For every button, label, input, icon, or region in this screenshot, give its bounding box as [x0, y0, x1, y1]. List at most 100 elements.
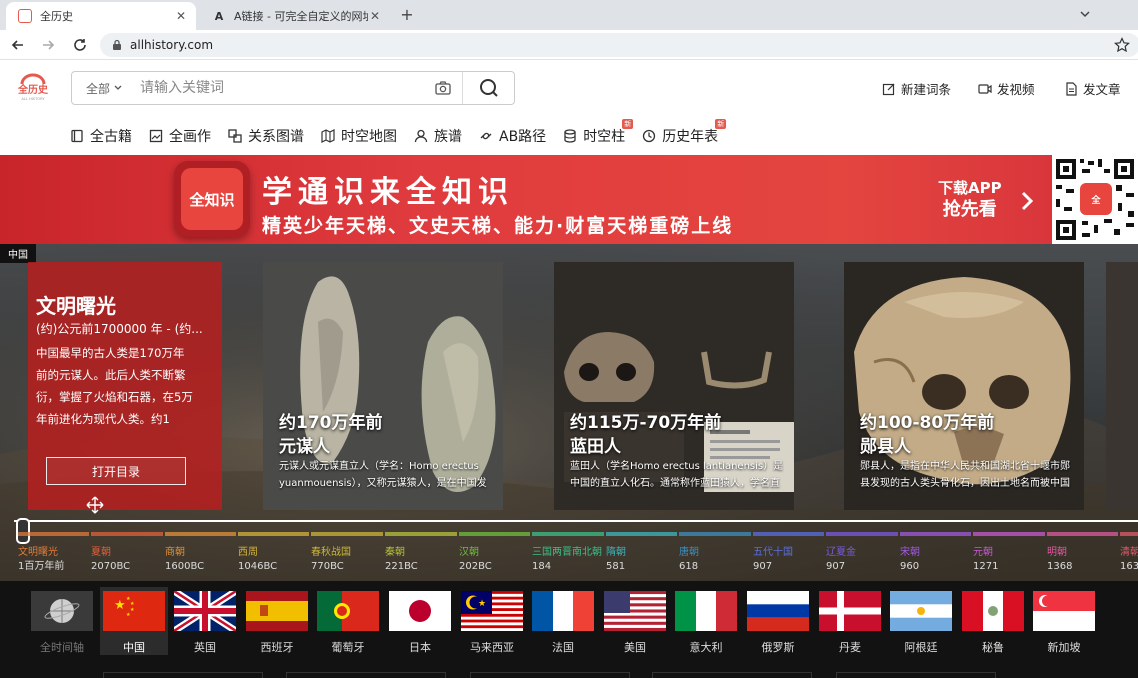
- post-article-link[interactable]: 发文章: [1064, 79, 1121, 98]
- country-label: 丹麦: [839, 641, 861, 654]
- promo-banner[interactable]: 全知识 学通识来全知识 精英少年天梯、文史天梯、能力·财富天梯重磅上线 下载AP…: [0, 155, 1052, 244]
- nav-item-ancient-books[interactable]: 全古籍: [70, 126, 132, 146]
- dynasty-strip-segment: [91, 532, 163, 536]
- dynasty-strip-segment: [311, 532, 383, 536]
- country-jp[interactable]: 日本: [386, 587, 454, 655]
- dynasty-item[interactable]: 宋朝 960: [900, 546, 920, 574]
- dynasty-strip-segment: [826, 532, 898, 536]
- nav-item-genealogy[interactable]: 族谱: [414, 126, 462, 146]
- country-pe[interactable]: 秘鲁: [959, 587, 1027, 655]
- dynasty-strip-segment: [1120, 532, 1138, 536]
- search-input[interactable]: [130, 72, 434, 104]
- banner-subtitle: 精英少年天梯、文史天梯、能力·财富天梯重磅上线: [262, 215, 734, 237]
- open-catalog-button[interactable]: 打开目录: [46, 457, 186, 485]
- dynasty-strip-segment: [18, 532, 89, 536]
- timeline-track[interactable]: [14, 520, 1138, 522]
- close-tab-icon[interactable]: ✕: [368, 9, 382, 23]
- dynasty-item[interactable]: 三国两晋南北朝 184: [532, 546, 602, 574]
- country-cn[interactable]: ★ ★ ★ ★ ★ 中国: [100, 587, 168, 655]
- nav-item-relation-graph[interactable]: 关系图谱: [228, 126, 304, 146]
- dynasty-item[interactable]: 元朝 1271: [973, 546, 998, 574]
- era-description: 中国最早的古人类是170万年前的元谋人。此后人类不断繁衍，掌握了火焰和石器，在5…: [36, 346, 193, 426]
- search-button[interactable]: [462, 72, 514, 104]
- chevron-down-icon[interactable]: [1078, 7, 1092, 21]
- dynasty-item[interactable]: 春秋战国 770BC: [311, 546, 351, 574]
- search-scope-label: 全部: [86, 81, 111, 96]
- country-globe[interactable]: 全时间轴: [28, 587, 96, 655]
- chevron-down-icon: [114, 85, 122, 90]
- person-icon: [414, 129, 428, 143]
- nav-item-ab-path[interactable]: AB路径: [479, 126, 546, 146]
- country-label: 美国: [624, 641, 646, 654]
- nav-item-spacetime-map[interactable]: 时空地图: [321, 126, 397, 146]
- image-icon: [149, 129, 163, 143]
- dynasty-item[interactable]: 文明曙光 1百万年前: [18, 546, 64, 574]
- ru-flag-icon: [747, 591, 809, 631]
- dynasty-item[interactable]: 西周 1046BC: [238, 546, 277, 574]
- country-fr[interactable]: 法国: [529, 587, 597, 655]
- dynasty-strip-segment: [165, 532, 236, 536]
- logo-text: 全历史: [17, 83, 49, 96]
- dynasty-year: 770BC: [311, 561, 344, 572]
- browser-tab-active[interactable]: 全历史 ✕: [6, 2, 196, 30]
- country-pt[interactable]: 葡萄牙: [314, 587, 382, 655]
- timeline-card[interactable]: 约115万-70万年前 蓝田人 蓝田人（学名Homo erectus lanti…: [554, 262, 794, 510]
- camera-icon[interactable]: [434, 79, 452, 97]
- post-video-label: 发视频: [997, 82, 1035, 97]
- nav-item-history-chronology[interactable]: 历史年表 新: [642, 119, 727, 146]
- new-tab-icon[interactable]: +: [398, 6, 416, 24]
- dynasty-item[interactable]: 五代十国 907: [753, 546, 793, 574]
- dynasty-year: 907: [826, 561, 846, 572]
- dynasty-item[interactable]: 汉朝 202BC: [459, 546, 492, 574]
- dynasty-item[interactable]: 明朝 1368: [1047, 546, 1072, 574]
- create-entry-link[interactable]: 新建词条: [882, 79, 951, 98]
- nav-item-paintings[interactable]: 全画作: [149, 126, 211, 146]
- dynasty-item[interactable]: 夏朝 2070BC: [91, 546, 130, 574]
- dynasty-year: 907: [753, 561, 773, 572]
- dynasty-item[interactable]: 商朝 1600BC: [165, 546, 204, 574]
- country-ar[interactable]: 阿根廷: [887, 587, 955, 655]
- address-bar-row: allhistory.com: [0, 30, 1138, 60]
- link-icon: [480, 132, 492, 140]
- download-app-cta[interactable]: 下载APP 抢先看: [938, 177, 1002, 221]
- sg-flag-icon: [1033, 591, 1095, 631]
- dynasty-item[interactable]: 清朝 1636: [1120, 546, 1138, 574]
- country-ru[interactable]: 俄罗斯: [744, 587, 812, 655]
- country-it[interactable]: 意大利: [672, 587, 740, 655]
- search-scope-select[interactable]: 全部: [72, 80, 130, 97]
- dynasty-item[interactable]: 秦朝 221BC: [385, 546, 418, 574]
- dynasty-year: 1368: [1047, 561, 1073, 572]
- country-uk[interactable]: 英国: [171, 587, 239, 655]
- dynasty-item[interactable]: 辽夏金 907: [826, 546, 856, 574]
- dk-flag-icon: [819, 591, 881, 631]
- dynasty-year: 202BC: [459, 561, 492, 572]
- new-badge: 新: [715, 119, 727, 129]
- dynasty-year: 1271: [973, 561, 999, 572]
- dynasty-item[interactable]: 唐朝 618: [679, 546, 699, 574]
- post-video-link[interactable]: 发视频: [978, 79, 1035, 98]
- close-tab-icon[interactable]: ✕: [174, 9, 188, 23]
- dynasty-item[interactable]: 隋朝 581: [606, 546, 626, 574]
- timeline-card[interactable]: 约170万年前 元谋人 元谋人或元谋直立人（学名：Homo erectus yu…: [263, 262, 503, 510]
- forward-arrow-icon[interactable]: [40, 37, 56, 53]
- country-dk[interactable]: 丹麦: [816, 587, 884, 655]
- dynasty-strip-segment: [238, 532, 309, 536]
- back-arrow-icon[interactable]: [10, 37, 26, 53]
- timeline-card[interactable]: 约100-80万年前 郧县人 郧县人，是指在中华人民共和国湖北省十堰市郧县发现的…: [844, 262, 1084, 510]
- dynasty-year: 618: [679, 561, 699, 572]
- era-panel: 文明曙光 (约)公元前1700000 年 - (约... 中国最早的古人类是17…: [28, 262, 222, 510]
- reload-icon[interactable]: [72, 37, 88, 53]
- url-field[interactable]: allhistory.com: [100, 33, 1138, 57]
- country-es[interactable]: 西班牙: [243, 587, 311, 655]
- chevron-right-icon[interactable]: [1018, 190, 1036, 212]
- dynasty-name: 明朝: [1047, 547, 1067, 558]
- country-us[interactable]: 美国: [601, 587, 669, 655]
- dynasty-strip-segment: [459, 532, 530, 536]
- country-my[interactable]: ★ 马来西亚: [458, 587, 526, 655]
- bookmark-star-icon[interactable]: [1114, 37, 1130, 53]
- timeline-handle[interactable]: [16, 518, 30, 544]
- allhistory-logo[interactable]: 全历史 ALL HISTORY: [14, 72, 52, 102]
- browser-tab[interactable]: A A链接 - 可完全自定义的网址导航 ✕: [200, 2, 390, 30]
- nav-item-spacetime-column[interactable]: 时空柱 新: [563, 119, 634, 146]
- country-sg[interactable]: 新加坡: [1030, 587, 1098, 655]
